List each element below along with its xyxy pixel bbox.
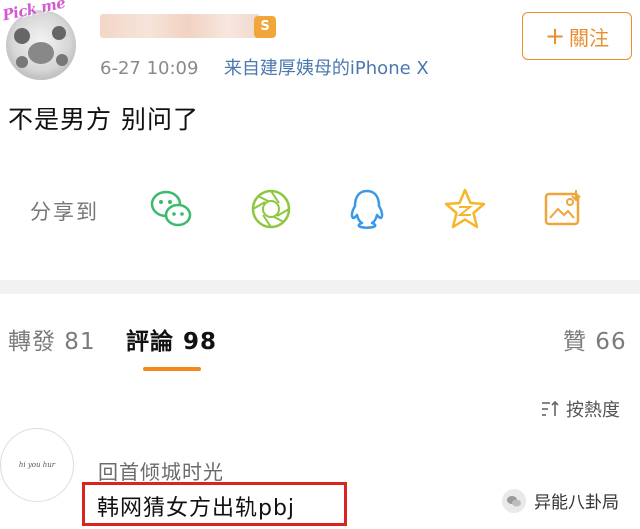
post-meta: 6-27 10:09 来自建厚姨母的iPhone X [100, 54, 429, 80]
tab-comments[interactable]: 評論 98 [126, 322, 217, 356]
tab-likes[interactable]: 贊 66 [563, 322, 627, 356]
qzone-icon[interactable] [442, 186, 488, 232]
watermark: 异能八卦局 [502, 488, 619, 513]
wechat-logo-icon [502, 488, 526, 513]
post-text: 不是男方 别问了 [8, 105, 199, 134]
follow-label: 關注 [569, 25, 610, 50]
tab-repost[interactable]: 轉發 81 [8, 322, 96, 356]
commenter-avatar[interactable]: hi you hur [0, 428, 74, 502]
commenter-avatar-text: hi you hur [18, 461, 56, 469]
post-source[interactable]: 来自建厚姨母的iPhone X [224, 58, 429, 79]
active-tab-indicator [143, 367, 201, 371]
wechat-icon[interactable] [148, 186, 194, 232]
post-avatar[interactable]: Pick me [0, 0, 86, 86]
post-time: 6-27 10:09 [100, 58, 199, 79]
follow-button[interactable]: + 關注 [522, 12, 632, 60]
sort-label: 按熱度 [566, 400, 620, 421]
commenter-name[interactable]: 回首倾城时光 [98, 456, 224, 485]
sort-icon [542, 400, 559, 416]
vip-badge-icon: S [254, 16, 276, 38]
plus-icon: + [544, 22, 566, 50]
username-blurred[interactable] [100, 14, 260, 38]
share-label: 分享到 [30, 200, 99, 224]
moments-icon[interactable] [248, 186, 294, 232]
watermark-text: 异能八卦局 [534, 493, 619, 513]
comment-text: 韩网猜女方出轨pbj [97, 496, 296, 521]
qq-icon[interactable] [344, 186, 390, 232]
sort-by-hot-button[interactable]: 按熱度 [540, 396, 620, 422]
save-image-icon[interactable] [540, 186, 586, 232]
section-divider [0, 280, 640, 294]
